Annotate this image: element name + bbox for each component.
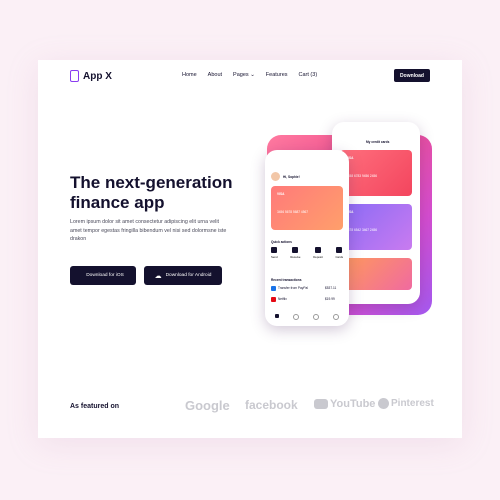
logo-text: App X [83,70,112,82]
chevron-down-icon: ⌄ [250,72,255,78]
hero-subtitle: Lorem ipsum dolor sit amet consectetur a… [70,219,227,242]
pinterest-logo: Pinterest [378,398,434,409]
credit-cards-title: My credit cards [366,140,390,144]
logo[interactable]: App X [70,70,112,82]
download-android-label: Download for Android [165,273,212,278]
pinterest-wordmark: Pinterest [391,398,434,409]
cards-icon [336,247,343,253]
main-nav: Home About Pages ⌄ Features Cart (3) [182,72,317,78]
avatar [271,172,280,181]
receive-icon [292,247,299,253]
front-card: VISA 3456 5678 5687 4567 [271,186,343,230]
action-label: Send [271,255,278,259]
download-button[interactable]: Download [394,69,430,82]
paypal-icon [271,286,276,291]
nav-pages-label: Pages [233,72,249,78]
netflix-icon [271,297,276,302]
stats-icon[interactable] [313,314,319,320]
google-logo: Google [185,398,230,413]
send-icon [271,247,278,253]
facebook-logo: facebook [245,398,298,412]
download-ios-label: Download for iOS [86,273,124,278]
nav-cart[interactable]: Cart (3) [299,72,318,78]
back-card-2: VISA 3478 6542 3467 2456 [340,204,412,250]
youtube-logo: YouTube [314,398,375,410]
back-card-3 [340,258,412,290]
nav-home[interactable]: Home [182,72,197,78]
hero-title: The next-generation finance app [70,173,233,212]
card-number: 3478 6542 3467 2456 [346,228,378,232]
transaction-amount: $537.11 [325,286,337,290]
action-cards[interactable]: Cards [336,247,343,259]
action-send[interactable]: Send [271,247,278,259]
card-number: 3456 5678 5687 4567 [277,210,309,214]
recent-transactions-title: Recent transactions [271,278,302,282]
pinterest-icon [378,398,389,409]
featured-label: As featured on [70,403,120,410]
profile-icon[interactable] [333,314,339,320]
youtube-wordmark: YouTube [330,398,376,410]
action-deposit[interactable]: Deposit [313,247,323,259]
download-ios-button[interactable]: Download for iOS [70,266,136,285]
transaction-amount: $19.99 [325,297,335,301]
action-label: Cards [335,255,343,259]
transaction-name: Netflix [278,297,287,301]
quick-actions-row: Send Receive Deposit Cards [271,247,343,259]
nav-about[interactable]: About [208,72,222,78]
transaction-name: Transfer from PayPal [278,286,308,290]
android-icon: ☁ [154,272,162,280]
youtube-play-icon [314,399,328,409]
quick-actions-title: Quick actions [271,240,292,244]
phone-logo-icon [70,70,79,82]
deposit-icon [314,247,321,253]
home-icon[interactable] [275,314,279,318]
download-android-button[interactable]: ☁ Download for Android [144,266,222,285]
landing-card: App X Home About Pages ⌄ Features Cart (… [38,60,462,438]
phone-tab-bar [275,314,339,320]
action-label: Receive [290,255,301,259]
greeting: Hi, Sophie! [283,175,300,179]
visa-logo: VISA [277,192,285,196]
action-receive[interactable]: Receive [290,247,300,259]
card-icon[interactable] [293,314,299,320]
nav-features[interactable]: Features [266,72,288,78]
back-card-1: VISA 3458 6783 9456 2456 [340,150,412,196]
action-label: Deposit [313,255,323,259]
front-phone-mockup: Hi, Sophie! VISA 3456 5678 5687 4567 Qui… [265,150,349,326]
card-number: 3458 6783 9456 2456 [346,174,378,178]
nav-pages[interactable]: Pages ⌄ [233,72,255,78]
